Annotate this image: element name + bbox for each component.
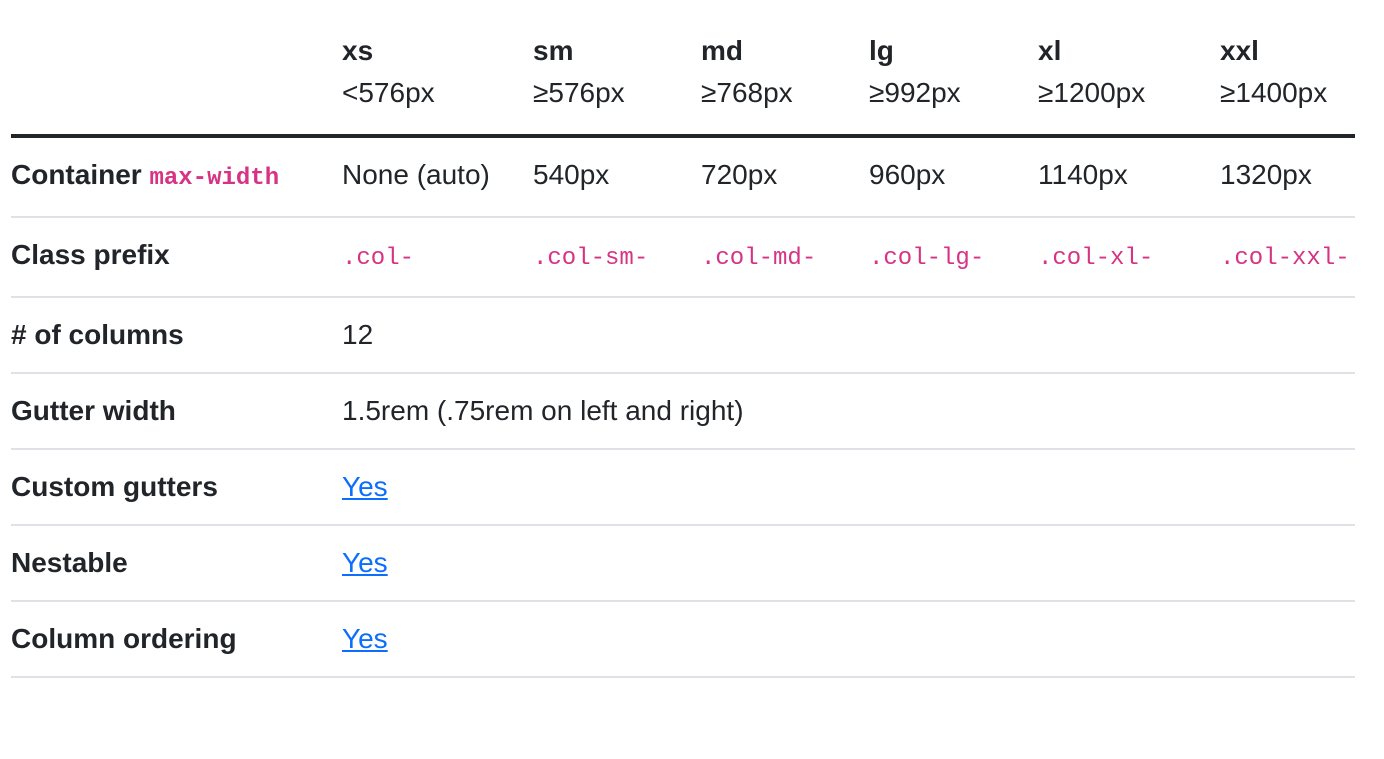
cell-value: .col-xxl- xyxy=(1220,217,1355,298)
class-prefix-code: .col-md- xyxy=(701,245,817,272)
row-label: Gutter width xyxy=(11,373,342,450)
table-row-container: Container max-width None (auto) 540px 72… xyxy=(11,136,1355,218)
custom-gutters-link[interactable]: Yes xyxy=(342,471,388,502)
grid-options-table: xs <576px sm ≥576px md ≥768px lg ≥992px … xyxy=(11,0,1355,678)
breakpoint-name: xl xyxy=(1038,35,1062,66)
header-xl: xl ≥1200px xyxy=(1038,0,1220,138)
column-ordering-link[interactable]: Yes xyxy=(342,623,388,654)
cell-value: 1140px xyxy=(1038,136,1220,218)
table-row-columns: # of columns 12 xyxy=(11,297,1355,374)
table-header: xs <576px sm ≥576px md ≥768px lg ≥992px … xyxy=(11,0,1355,138)
cell-value: .col-lg- xyxy=(869,217,1038,298)
table-row-class-prefix: Class prefix .col- .col-sm- .col-md- .co… xyxy=(11,217,1355,298)
cell-value: Yes xyxy=(342,601,1355,678)
row-label: Custom gutters xyxy=(11,449,342,526)
breakpoint-name: md xyxy=(701,35,743,66)
header-empty-cell xyxy=(11,0,342,138)
table-row-gutter-width: Gutter width 1.5rem (.75rem on left and … xyxy=(11,373,1355,450)
breakpoint-range: ≥576px xyxy=(533,77,625,108)
cell-value: 1320px xyxy=(1220,136,1355,218)
table-row-column-ordering: Column ordering Yes xyxy=(11,601,1355,678)
header-xs: xs <576px xyxy=(342,0,533,138)
nestable-link[interactable]: Yes xyxy=(342,547,388,578)
cell-value: .col-sm- xyxy=(533,217,701,298)
breakpoint-range: <576px xyxy=(342,77,435,108)
class-prefix-code: .col-sm- xyxy=(533,245,649,272)
table-body: Container max-width None (auto) 540px 72… xyxy=(11,136,1355,678)
cell-value: Yes xyxy=(342,525,1355,602)
row-label: Nestable xyxy=(11,525,342,602)
header-lg: lg ≥992px xyxy=(869,0,1038,138)
class-prefix-code: .col- xyxy=(342,245,415,272)
cell-value: .col-xl- xyxy=(1038,217,1220,298)
breakpoint-range: ≥768px xyxy=(701,77,793,108)
breakpoint-name: sm xyxy=(533,35,574,66)
breakpoint-range: ≥1200px xyxy=(1038,77,1146,108)
row-label: Column ordering xyxy=(11,601,342,678)
header-sm: sm ≥576px xyxy=(533,0,701,138)
class-prefix-code: .col-lg- xyxy=(869,245,985,272)
breakpoint-name: lg xyxy=(869,35,894,66)
header-xxl: xxl ≥1400px xyxy=(1220,0,1355,138)
row-label: Class prefix xyxy=(11,217,342,298)
cell-value: 720px xyxy=(701,136,869,218)
table-row-custom-gutters: Custom gutters Yes xyxy=(11,449,1355,526)
row-label-code: max-width xyxy=(149,165,280,192)
class-prefix-code: .col-xxl- xyxy=(1220,245,1350,272)
cell-value: .col- xyxy=(342,217,533,298)
row-label: # of columns xyxy=(11,297,342,374)
cell-value: None (auto) xyxy=(342,136,533,218)
cell-value: 960px xyxy=(869,136,1038,218)
cell-value: Yes xyxy=(342,449,1355,526)
row-label: Container max-width xyxy=(11,136,342,218)
breakpoint-range: ≥992px xyxy=(869,77,961,108)
breakpoint-name: xxl xyxy=(1220,35,1259,66)
table-row-nestable: Nestable Yes xyxy=(11,525,1355,602)
header-row: xs <576px sm ≥576px md ≥768px lg ≥992px … xyxy=(11,0,1355,138)
breakpoint-range: ≥1400px xyxy=(1220,77,1328,108)
header-md: md ≥768px xyxy=(701,0,869,138)
cell-value: 540px xyxy=(533,136,701,218)
breakpoint-name: xs xyxy=(342,35,374,66)
cell-value: .col-md- xyxy=(701,217,869,298)
cell-value: 1.5rem (.75rem on left and right) xyxy=(342,373,1355,450)
cell-value: 12 xyxy=(342,297,1355,374)
row-label-text: Container xyxy=(11,159,142,190)
class-prefix-code: .col-xl- xyxy=(1038,245,1154,272)
